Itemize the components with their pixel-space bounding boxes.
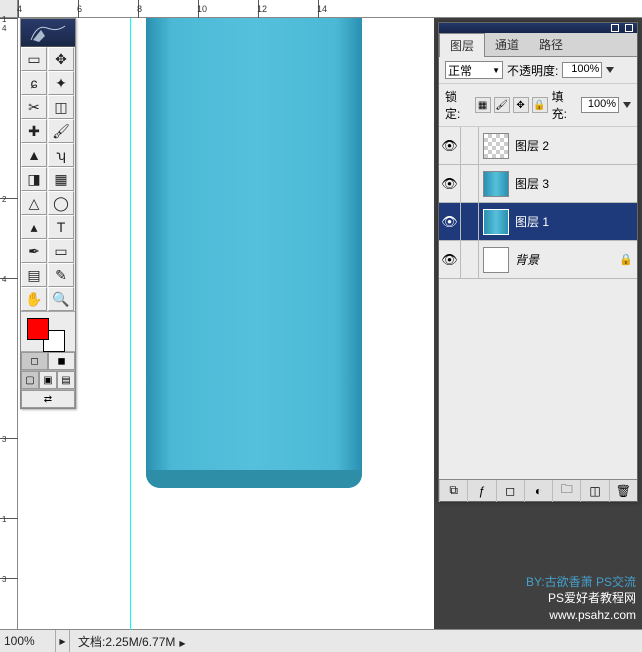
layer-style-icon[interactable]: ƒ <box>467 480 495 502</box>
status-bar: 100% ▶ 文档:2.25M/6.77M▶ <box>0 629 642 652</box>
lock-position-icon[interactable]: ✥ <box>513 97 529 113</box>
quickmask-off[interactable]: ◻ <box>21 352 48 370</box>
close-icon[interactable] <box>625 24 633 32</box>
jump-to-imageready[interactable]: ⇄ <box>21 390 75 408</box>
link-column[interactable] <box>461 241 479 278</box>
layer-name[interactable]: 背景 <box>515 251 619 268</box>
zoom-tool[interactable]: 🔍 <box>48 287 74 311</box>
link-column[interactable] <box>461 203 479 240</box>
wand-tool[interactable]: ✦ <box>48 71 74 95</box>
lock-label: 锁定: <box>445 88 471 122</box>
gradient-tool[interactable]: ▦ <box>48 167 74 191</box>
pen-tool[interactable]: ✒ <box>21 239 47 263</box>
watermark: BY:古欲香萧 PS交流 PS爱好者教程网 www.psahz.com <box>526 574 636 624</box>
visibility-icon[interactable]: 👁 <box>439 203 461 240</box>
fill-label: 填充: <box>552 88 578 122</box>
layer-row[interactable]: 👁 图层 2 <box>439 127 637 165</box>
history-brush-tool[interactable]: ʮ <box>48 143 74 167</box>
opacity-slider-icon[interactable] <box>606 67 614 73</box>
layer-thumbnail[interactable] <box>483 247 509 273</box>
path-select-tool[interactable]: ▴ <box>21 215 47 239</box>
panel-footer: ⧉ ƒ ◻ ◐ 🗀 ◫ 🗑 <box>439 479 637 501</box>
visibility-icon[interactable]: 👁 <box>439 241 461 278</box>
panel-titlebar[interactable] <box>439 23 637 33</box>
ruler-horizontal[interactable]: 4 6 8 10 12 14 <box>18 0 642 18</box>
lock-paint-icon[interactable]: 🖌 <box>494 97 510 113</box>
layer-list: 👁 图层 2 👁 图层 3 👁 图层 1 👁 背景 🔒 <box>439 127 637 279</box>
link-layers-icon[interactable]: ⧉ <box>439 480 467 502</box>
opacity-input[interactable]: 100% <box>562 62 602 78</box>
tab-paths[interactable]: 路径 <box>529 33 573 56</box>
delete-layer-icon[interactable]: 🗑 <box>609 480 637 502</box>
visibility-icon[interactable]: 👁 <box>439 127 461 164</box>
dodge-tool[interactable]: ◯ <box>48 191 74 215</box>
hand-tool[interactable]: ✋ <box>21 287 47 311</box>
doc-info[interactable]: 文档:2.25M/6.77M▶ <box>70 633 194 650</box>
zoom-dropdown-icon[interactable]: ▶ <box>56 630 70 652</box>
new-group-icon[interactable]: 🗀 <box>552 480 580 502</box>
new-layer-icon[interactable]: ◫ <box>580 480 608 502</box>
link-column[interactable] <box>461 165 479 202</box>
color-swatches[interactable] <box>21 311 75 351</box>
eraser-tool[interactable]: ◨ <box>21 167 47 191</box>
guide-line[interactable] <box>130 18 131 630</box>
layer-row[interactable]: 👁 图层 1 <box>439 203 637 241</box>
fill-input[interactable]: 100% <box>581 97 619 113</box>
opacity-label: 不透明度: <box>507 62 558 79</box>
chevron-down-icon: ▼ <box>492 66 502 75</box>
quickmask-on[interactable]: ◼ <box>48 352 75 370</box>
layers-panel: 图层 通道 路径 正常 ▼ 不透明度: 100% 锁定: ▦ 🖌 ✥ 🔒 填充:… <box>438 22 638 502</box>
screenmode-standard[interactable]: ▢ <box>21 371 39 389</box>
foreground-color[interactable] <box>27 318 49 340</box>
move-tool[interactable]: ✥ <box>48 47 74 71</box>
tab-channels[interactable]: 通道 <box>485 33 529 56</box>
shape-tool[interactable]: ▭ <box>48 239 74 263</box>
layer-thumbnail[interactable] <box>483 171 509 197</box>
doc-value: 2.25M/6.77M <box>105 635 175 649</box>
minimize-icon[interactable] <box>611 24 619 32</box>
layer-name[interactable]: 图层 2 <box>515 137 637 154</box>
slice-tool[interactable]: ◫ <box>48 95 74 119</box>
screenmode-full-menu[interactable]: ▣ <box>39 371 57 389</box>
layer-row[interactable]: 👁 背景 🔒 <box>439 241 637 279</box>
brush-tool[interactable]: 🖌 <box>48 119 74 143</box>
adjustment-layer-icon[interactable]: ◐ <box>524 480 552 502</box>
chevron-right-icon: ▶ <box>175 639 185 648</box>
layer-name[interactable]: 图层 1 <box>515 213 637 230</box>
doc-label: 文档: <box>78 635 105 649</box>
notes-tool[interactable]: ▤ <box>21 263 47 287</box>
screenmode-full[interactable]: ▤ <box>57 371 75 389</box>
watermark-line1: BY:古欲香萧 PS交流 <box>526 574 636 591</box>
heal-tool[interactable]: ✚ <box>21 119 47 143</box>
lock-transparency-icon[interactable]: ▦ <box>475 97 491 113</box>
eyedropper-tool[interactable]: ✎ <box>48 263 74 287</box>
crop-tool[interactable]: ✂ <box>21 95 47 119</box>
blend-mode-select[interactable]: 正常 ▼ <box>445 61 503 79</box>
artwork-shape <box>146 18 362 488</box>
tab-layers[interactable]: 图层 <box>439 33 485 57</box>
fill-slider-icon[interactable] <box>623 102 631 108</box>
canvas-area[interactable] <box>18 18 434 629</box>
layer-mask-icon[interactable]: ◻ <box>496 480 524 502</box>
visibility-icon[interactable]: 👁 <box>439 165 461 202</box>
layer-name[interactable]: 图层 3 <box>515 175 637 192</box>
marquee-tool[interactable]: ▭ <box>21 47 47 71</box>
link-column[interactable] <box>461 127 479 164</box>
watermark-line2: PS爱好者教程网 <box>548 591 636 605</box>
layer-row[interactable]: 👁 图层 3 <box>439 165 637 203</box>
layer-thumbnail[interactable] <box>483 133 509 159</box>
layer-thumbnail[interactable] <box>483 209 509 235</box>
lock-all-icon[interactable]: 🔒 <box>532 97 548 113</box>
type-tool[interactable]: T <box>48 215 74 239</box>
toolbox-header[interactable] <box>21 19 75 47</box>
ruler-vertical[interactable]: 14 2 4 3 1 3 <box>0 18 18 629</box>
blend-mode-value: 正常 <box>448 62 472 79</box>
lock-icon: 🔒 <box>619 253 637 266</box>
zoom-value[interactable]: 100% <box>0 630 56 652</box>
toolbox: ▭ ✥ ɕ ✦ ✂ ◫ ✚ 🖌 ▲ ʮ ◨ ▦ △ ◯ ▴ T ✒ ▭ ▤ ✎ … <box>20 18 76 409</box>
stamp-tool[interactable]: ▲ <box>21 143 47 167</box>
blur-tool[interactable]: △ <box>21 191 47 215</box>
lasso-tool[interactable]: ɕ <box>21 71 47 95</box>
watermark-line3: www.psahz.com <box>549 608 636 622</box>
